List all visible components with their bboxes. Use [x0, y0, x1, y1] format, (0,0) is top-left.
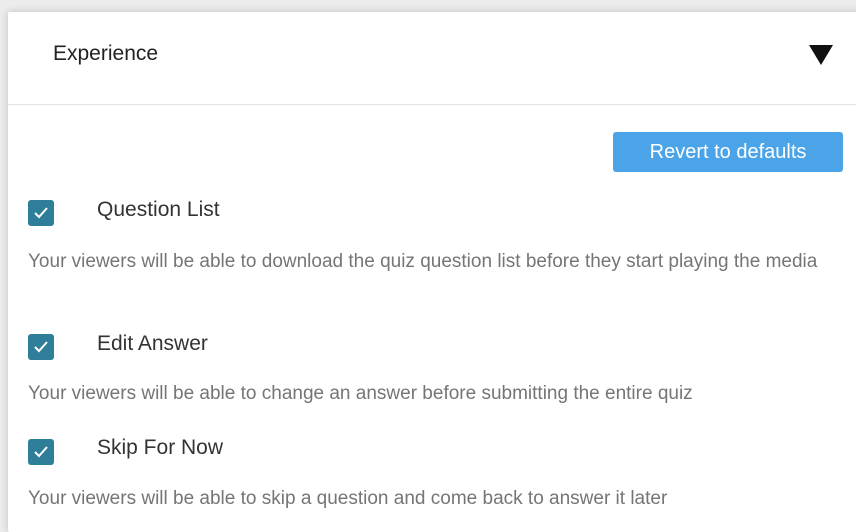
- question-list-label: Question List: [97, 198, 220, 221]
- caret-down-icon[interactable]: [809, 45, 833, 65]
- checkmark-icon: [34, 446, 48, 458]
- edit-answer-description: Your viewers will be able to change an a…: [28, 383, 693, 404]
- skip-for-now-label: Skip For Now: [97, 436, 224, 459]
- edit-answer-checkbox[interactable]: [28, 334, 54, 360]
- experience-panel: Experience Revert to defaults Question L…: [8, 12, 856, 532]
- skip-for-now-checkbox[interactable]: [28, 439, 54, 465]
- edit-answer-label: Edit Answer: [97, 332, 208, 355]
- question-list-checkbox[interactable]: [28, 200, 54, 226]
- checkmark-icon: [34, 207, 48, 219]
- question-list-description: Your viewers will be able to download th…: [28, 251, 818, 272]
- skip-for-now-description: Your viewers will be able to skip a ques…: [28, 488, 668, 509]
- experience-section-header[interactable]: Experience: [8, 12, 856, 105]
- checkmark-icon: [34, 341, 48, 353]
- section-title: Experience: [53, 42, 159, 65]
- revert-to-defaults-button[interactable]: Revert to defaults: [613, 132, 843, 172]
